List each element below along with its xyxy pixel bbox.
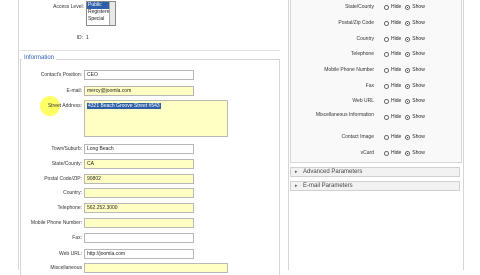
access-level-select[interactable]: Public Registered Special [86, 1, 116, 26]
param-label: Miscellaneous Information [315, 112, 374, 118]
hide-radio[interactable] [384, 20, 389, 26]
state-input[interactable]: CA [84, 159, 194, 169]
show-radio[interactable] [405, 83, 411, 89]
street-label: Street Address: [47, 103, 82, 109]
show-radio[interactable] [405, 98, 411, 104]
hide-show-options: Hide Show [384, 20, 429, 26]
town-input[interactable]: Long Beach [84, 144, 194, 154]
hide-label: Hide [391, 98, 402, 104]
hide-show-options: Hide Show [384, 134, 429, 140]
show-label: Show [412, 134, 425, 140]
mobile-label: Mobile Phone Number: [30, 220, 82, 226]
param-label: Mobile Phone Number [324, 67, 374, 73]
param-label: Contact Image [341, 134, 374, 140]
position-input[interactable]: CEO [84, 70, 194, 80]
id-value: 1 [86, 35, 89, 41]
weburl-input[interactable]: http://joomla.com [84, 249, 194, 259]
access-level-label: Access Level: [53, 4, 84, 10]
param-label: Country [356, 36, 374, 42]
hide-show-options: Hide Show [384, 67, 429, 73]
town-label: Town/Suburb: [51, 146, 82, 152]
param-label: Web URL [352, 98, 374, 104]
fax-label: Fax: [72, 235, 82, 241]
telephone-label: Telephone: [57, 205, 82, 211]
param-label: vCard [360, 150, 374, 156]
hide-show-options: Hide Show [384, 150, 429, 156]
information-legend: Information [22, 55, 57, 61]
show-radio[interactable] [405, 134, 411, 140]
show-label: Show [412, 67, 425, 73]
telephone-input[interactable]: 562.252.3000 [84, 203, 194, 213]
show-label: Show [412, 20, 425, 26]
show-label: Show [412, 98, 425, 104]
country-label: Country: [63, 190, 82, 196]
hide-label: Hide [391, 134, 402, 140]
hide-label: Hide [391, 83, 402, 89]
hide-radio[interactable] [384, 4, 389, 10]
hide-label: Hide [391, 20, 402, 26]
show-label: Show [412, 36, 425, 42]
misc-label: Miscellaneous [50, 265, 82, 271]
hide-label: Hide [391, 36, 402, 42]
street-selected-text: 4321 Beach Groove Street #543 [87, 103, 161, 109]
position-label: Contact's Position: [40, 72, 82, 78]
show-label: Show [412, 51, 425, 57]
weburl-label: Web URL: [59, 251, 82, 257]
param-label: State/County [345, 4, 374, 10]
show-radio[interactable] [405, 114, 411, 120]
show-label: Show [412, 4, 425, 10]
show-label: Show [412, 114, 425, 120]
id-label: ID: [76, 35, 83, 41]
hide-radio[interactable] [384, 134, 389, 140]
hide-radio[interactable] [384, 98, 389, 104]
email-parameters-label: E-mail Parameters [303, 183, 353, 189]
hide-label: Hide [391, 51, 402, 57]
param-label: Postal/Zip Code [338, 20, 374, 26]
show-label: Show [412, 83, 425, 89]
hide-show-options: Hide Show [384, 83, 429, 89]
select-scrollbar[interactable] [109, 2, 115, 25]
hide-show-options: Hide Show [384, 114, 429, 120]
hide-radio[interactable] [384, 36, 389, 42]
country-input[interactable] [84, 188, 194, 198]
show-radio[interactable] [405, 51, 411, 57]
show-radio[interactable] [405, 20, 411, 26]
hide-label: Hide [391, 67, 402, 73]
hide-radio[interactable] [384, 51, 389, 57]
street-textarea[interactable]: 4321 Beach Groove Street #543 [84, 100, 228, 137]
show-radio[interactable] [405, 36, 411, 42]
hide-radio[interactable] [384, 67, 389, 73]
hide-radio[interactable] [384, 83, 389, 89]
misc-textarea[interactable] [84, 263, 228, 273]
param-label: Telephone [350, 51, 374, 57]
expand-arrow-icon: ▸ [295, 183, 298, 189]
hide-label: Hide [391, 4, 402, 10]
expand-arrow-icon: ▸ [295, 169, 298, 175]
hide-show-options: Hide Show [384, 4, 429, 10]
show-radio[interactable] [405, 150, 411, 156]
hide-radio[interactable] [384, 114, 389, 120]
fax-input[interactable] [84, 233, 194, 243]
show-radio[interactable] [405, 67, 411, 73]
postal-label: Postal Code/ZIP: [44, 176, 82, 182]
mobile-input[interactable] [84, 218, 194, 228]
email-parameters-header[interactable]: ▸ E-mail Parameters [290, 181, 460, 191]
hide-show-options: Hide Show [384, 36, 429, 42]
hide-label: Hide [391, 150, 402, 156]
show-radio[interactable] [405, 4, 411, 10]
hide-show-options: Hide Show [384, 51, 429, 57]
hide-radio[interactable] [384, 150, 389, 156]
state-label: State/County: [51, 161, 82, 167]
advanced-parameters-label: Advanced Parameters [303, 169, 363, 175]
hide-label: Hide [391, 114, 402, 120]
postal-input[interactable]: 90802 [84, 174, 194, 184]
email-input[interactable]: mercy@joomla.com [84, 86, 194, 96]
show-label: Show [412, 150, 425, 156]
advanced-parameters-header[interactable]: ▸ Advanced Parameters [290, 167, 460, 177]
param-label: Fax [365, 83, 374, 89]
hide-show-options: Hide Show [384, 98, 429, 104]
email-label: E-mail: [66, 88, 82, 94]
